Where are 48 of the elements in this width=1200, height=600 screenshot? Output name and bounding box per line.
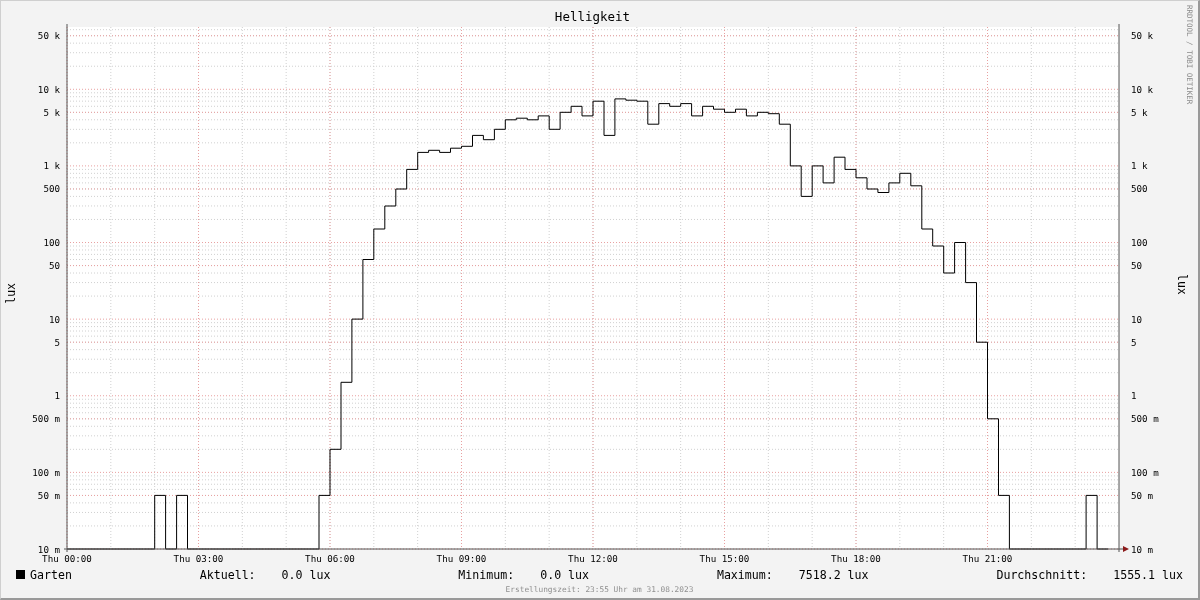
stat-label: Aktuell: xyxy=(199,567,256,582)
y-tick-label: 10 xyxy=(1131,313,1143,325)
y-tick-label: 50 m xyxy=(1131,489,1154,501)
legend-label: Garten xyxy=(30,567,72,582)
y-tick-label: 100 m xyxy=(1131,466,1159,478)
y-tick-label: 50 m xyxy=(37,489,60,501)
x-tick-label: Thu 03:00 xyxy=(173,553,224,564)
y-tick-label: 50 k xyxy=(1131,30,1154,42)
y-tick-label: 1 xyxy=(54,390,60,402)
stat-value: 0.0 lux xyxy=(540,567,590,582)
y-tick-label: 5 k xyxy=(43,106,60,118)
y-tick-label: 10 m xyxy=(1131,543,1154,555)
y-tick-label: 10 k xyxy=(37,83,60,95)
y-tick-label: 50 xyxy=(48,260,60,272)
stat-label: Maximum: xyxy=(716,567,773,582)
x-tick-label: Thu 06:00 xyxy=(305,553,355,564)
x-tick-label: Thu 09:00 xyxy=(436,553,487,564)
y-axis-label: lux xyxy=(1175,274,1189,295)
y-tick-label: 5 k xyxy=(1131,106,1148,118)
stat-value: 7518.2 lux xyxy=(798,567,869,582)
y-tick-label: 100 xyxy=(43,237,60,248)
y-tick-label: 500 m xyxy=(1131,413,1159,425)
y-tick-label: 1 xyxy=(1131,390,1137,402)
y-tick-label: 1 k xyxy=(1131,160,1148,172)
y-tick-label: 50 xyxy=(1131,260,1143,272)
stat-label: Durchschnitt: xyxy=(996,567,1088,582)
x-tick-label: Thu 00:00 xyxy=(42,553,92,564)
y-tick-label: 1 k xyxy=(43,160,60,172)
y-tick-label: 500 m xyxy=(32,413,60,425)
y-tick-label: 10 k xyxy=(1131,83,1154,95)
stat-label: Minimum: xyxy=(458,567,515,582)
x-tick-label: Thu 15:00 xyxy=(699,553,750,564)
x-tick-label: Thu 18:00 xyxy=(831,553,881,564)
stat-value: 1555.1 lux xyxy=(1113,567,1183,582)
y-tick-label: 5 xyxy=(54,336,60,348)
stat-value: 0.0 lux xyxy=(281,567,331,582)
y-tick-label: 100 m xyxy=(32,466,60,478)
graph-title: Helligkeit xyxy=(554,9,631,24)
y-tick-label: 500 xyxy=(43,183,60,195)
y-tick-label: 500 xyxy=(1131,183,1148,195)
y-tick-label: 5 xyxy=(1131,336,1137,348)
y-tick-label: 100 xyxy=(1131,237,1148,248)
y-axis-label: lux xyxy=(3,283,18,304)
x-tick-label: Thu 21:00 xyxy=(962,553,1013,564)
x-tick-label: Thu 12:00 xyxy=(568,553,618,564)
y-tick-label: 10 m xyxy=(37,543,60,555)
y-tick-label: 10 xyxy=(48,313,60,325)
y-tick-label: 50 k xyxy=(37,30,60,42)
